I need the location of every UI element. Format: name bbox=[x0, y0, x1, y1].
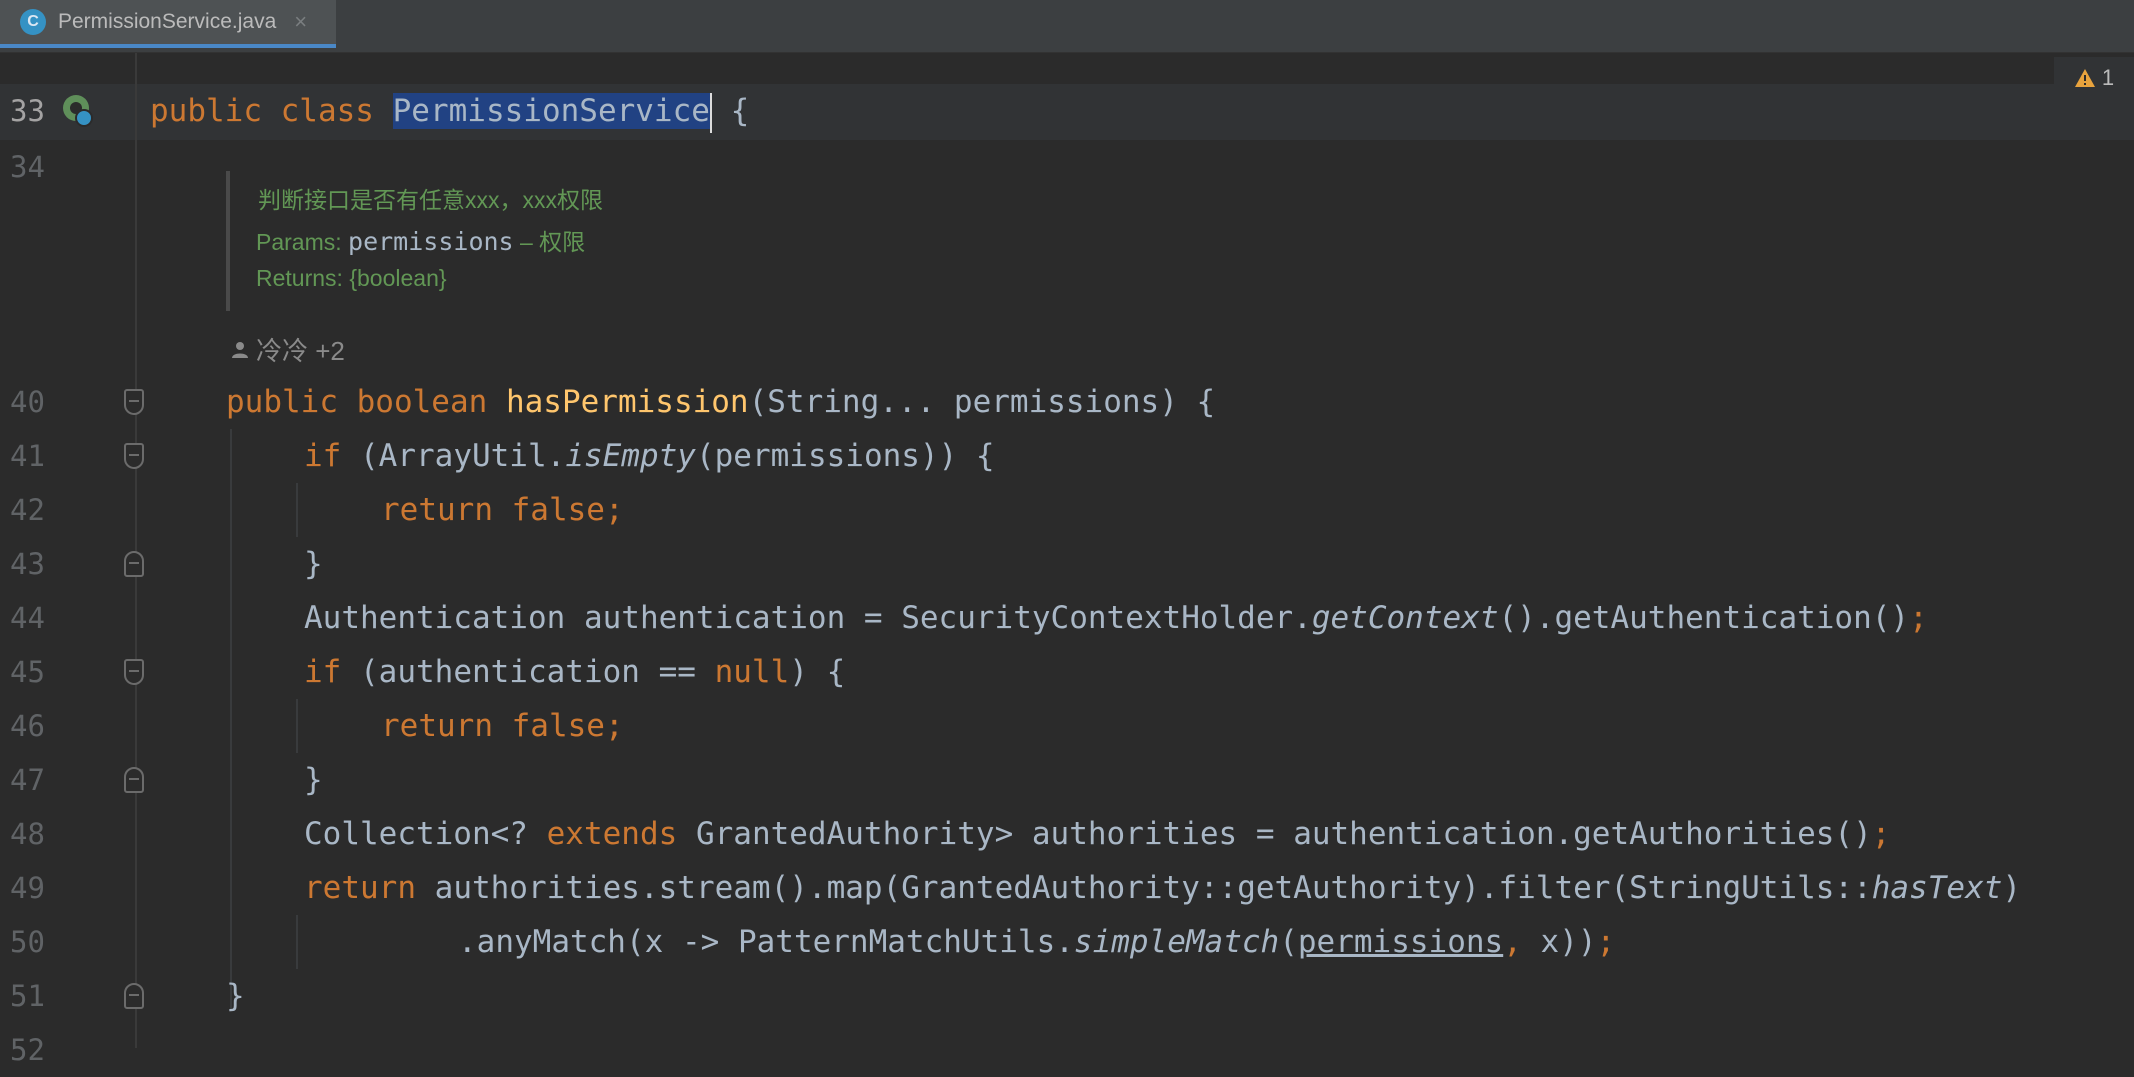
code-token: return bbox=[304, 870, 435, 906]
selected-class-name[interactable]: PermissionService bbox=[392, 93, 710, 129]
code-token: ().getAuthentication() bbox=[1498, 600, 1910, 636]
close-icon[interactable]: × bbox=[294, 9, 307, 35]
tab-title: PermissionService.java bbox=[58, 10, 277, 33]
code-token: if bbox=[304, 654, 360, 690]
line-number: 52 bbox=[10, 1033, 45, 1067]
code-token: } bbox=[304, 546, 323, 582]
doc-params-label: Params: bbox=[256, 229, 342, 255]
code-token: x)) bbox=[1521, 924, 1597, 960]
doc-params: Params: permissions – 权限 bbox=[256, 223, 585, 257]
code-token: GrantedAuthority> authorities = authenti… bbox=[695, 816, 1872, 852]
code-token: (String... permissions) { bbox=[748, 384, 1216, 420]
line-number: 47 bbox=[10, 763, 45, 797]
fold-end-marker-icon[interactable] bbox=[124, 983, 144, 1009]
code-line-41[interactable]: 41 if (ArrayUtil.isEmpty(permissions)) { bbox=[0, 429, 2134, 483]
code-token: (permissions)) { bbox=[695, 438, 995, 474]
doc-returns: Returns: {boolean} bbox=[256, 265, 447, 291]
doc-param-desc: – 权限 bbox=[513, 229, 586, 255]
line-number: 48 bbox=[10, 817, 45, 851]
line-number: 51 bbox=[10, 979, 45, 1013]
author-text: 冷冷 +2 bbox=[256, 336, 345, 366]
code-line-45[interactable]: 45 if (authentication == null) { bbox=[0, 645, 2134, 699]
code-token: .anyMatch(x -> PatternMatchUtils. bbox=[458, 924, 1074, 960]
code-token: simpleMatch bbox=[1073, 924, 1280, 960]
line-number: 40 bbox=[10, 385, 45, 419]
fold-end-marker-icon[interactable] bbox=[124, 551, 144, 577]
line-number: 33 bbox=[10, 94, 45, 128]
java-class-icon: C bbox=[20, 9, 46, 35]
line-number: 46 bbox=[10, 709, 45, 743]
code-token: hasText bbox=[1871, 870, 2003, 906]
code-token: ( bbox=[1279, 924, 1298, 960]
line-number: 42 bbox=[10, 493, 45, 527]
editor-tab-bar: C PermissionService.java × bbox=[0, 0, 2134, 53]
tab-permission-service[interactable]: C PermissionService.java × bbox=[0, 0, 336, 48]
code-token: ; bbox=[1871, 816, 1891, 852]
line-number: 45 bbox=[10, 655, 45, 689]
author-inlay[interactable]: 冷冷 +2 bbox=[230, 331, 345, 368]
line-number: 44 bbox=[10, 601, 45, 635]
code-token: getContext bbox=[1311, 600, 1499, 636]
rendered-javadoc[interactable]: 判断接口是否有任意xxx，xxx权限 Params: permissions –… bbox=[226, 171, 930, 311]
code-token: ) { bbox=[789, 654, 846, 690]
code-token: Collection<? bbox=[304, 816, 547, 852]
code-token: public boolean bbox=[226, 384, 506, 420]
code-line-51[interactable]: 51 } bbox=[0, 969, 2134, 1023]
code-editor[interactable]: 1 33 public class PermissionService { 34… bbox=[0, 53, 2134, 1067]
code-token: } bbox=[304, 762, 323, 798]
line-number: 43 bbox=[10, 547, 45, 581]
code-line-50[interactable]: 50 .anyMatch(x -> PatternMatchUtils.simp… bbox=[0, 915, 2134, 969]
code-line-49[interactable]: 49 return authorities.stream().map(Grant… bbox=[0, 861, 2134, 915]
line-number: 41 bbox=[10, 439, 45, 473]
code-token: permissions bbox=[1297, 924, 1504, 960]
code-token: ; bbox=[1909, 600, 1928, 636]
code-line-40[interactable]: 40 public boolean hasPermission(String..… bbox=[0, 375, 2134, 429]
code-token: { bbox=[711, 93, 750, 129]
code-line-43[interactable]: 43 } bbox=[0, 537, 2134, 591]
implemented-class-icon[interactable] bbox=[60, 92, 96, 128]
code-token: (ArrayUtil. bbox=[360, 438, 566, 474]
code-line-42[interactable]: 42 return false; bbox=[0, 483, 2134, 537]
line-number: 50 bbox=[10, 925, 45, 959]
code-token: ) bbox=[2002, 870, 2022, 906]
fold-end-marker-icon[interactable] bbox=[124, 767, 144, 793]
code-token: return false; bbox=[381, 708, 624, 744]
line-number: 49 bbox=[10, 871, 45, 905]
code-token: } bbox=[226, 978, 245, 1014]
doc-param-name: permissions bbox=[348, 227, 514, 256]
code-line-48[interactable]: 48 Collection<? extends GrantedAuthority… bbox=[0, 807, 2134, 861]
code-token: public class bbox=[150, 93, 393, 129]
code-token: Authentication authentication = Security… bbox=[304, 600, 1312, 636]
fold-marker-icon[interactable] bbox=[124, 659, 144, 685]
fold-marker-icon[interactable] bbox=[124, 443, 144, 469]
code-token: extends bbox=[546, 816, 696, 852]
code-token: if bbox=[304, 438, 360, 474]
code-token: (authentication == bbox=[360, 654, 715, 690]
method-name: hasPermission bbox=[505, 384, 749, 420]
code-token: null bbox=[714, 654, 790, 690]
code-token: , bbox=[1503, 924, 1522, 960]
user-icon bbox=[232, 341, 248, 358]
code-token: isEmpty bbox=[565, 438, 696, 474]
doc-summary: 判断接口是否有任意xxx，xxx权限 bbox=[258, 187, 603, 213]
code-line-47[interactable]: 47 } bbox=[0, 753, 2134, 807]
code-token: authorities.stream().map(GrantedAuthorit… bbox=[434, 870, 1872, 906]
code-line-52[interactable]: 52 bbox=[0, 1023, 2134, 1077]
code-token: return false; bbox=[381, 492, 624, 528]
code-line-46[interactable]: 46 return false; bbox=[0, 699, 2134, 753]
code-token: ; bbox=[1596, 924, 1616, 960]
code-line-33[interactable]: 33 public class PermissionService { bbox=[0, 84, 2134, 138]
code-line-44[interactable]: 44 Authentication authentication = Secur… bbox=[0, 591, 2134, 645]
fold-marker-icon[interactable] bbox=[124, 389, 144, 415]
line-number: 34 bbox=[10, 150, 45, 184]
